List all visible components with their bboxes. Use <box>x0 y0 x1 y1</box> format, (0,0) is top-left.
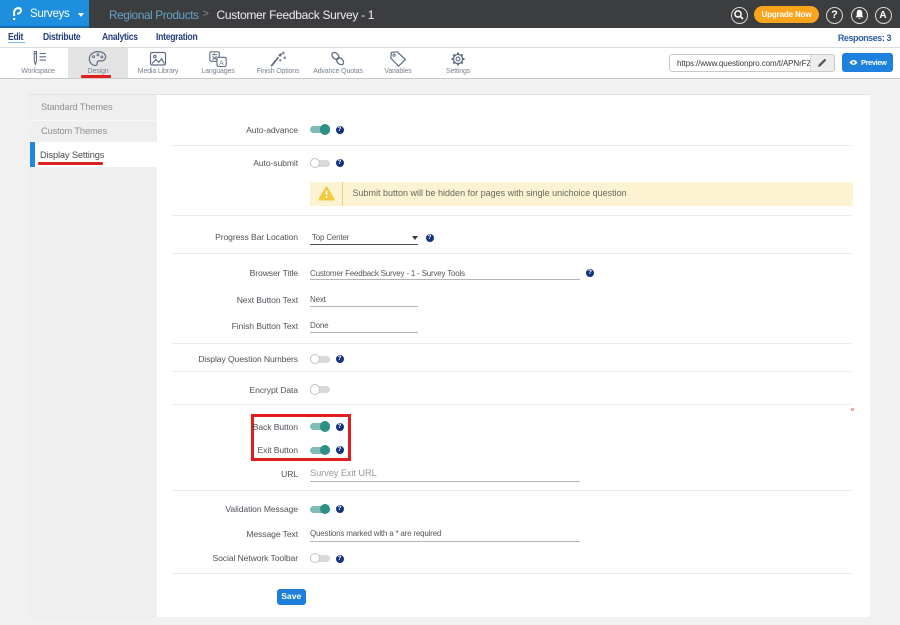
svg-text:A: A <box>219 60 224 67</box>
